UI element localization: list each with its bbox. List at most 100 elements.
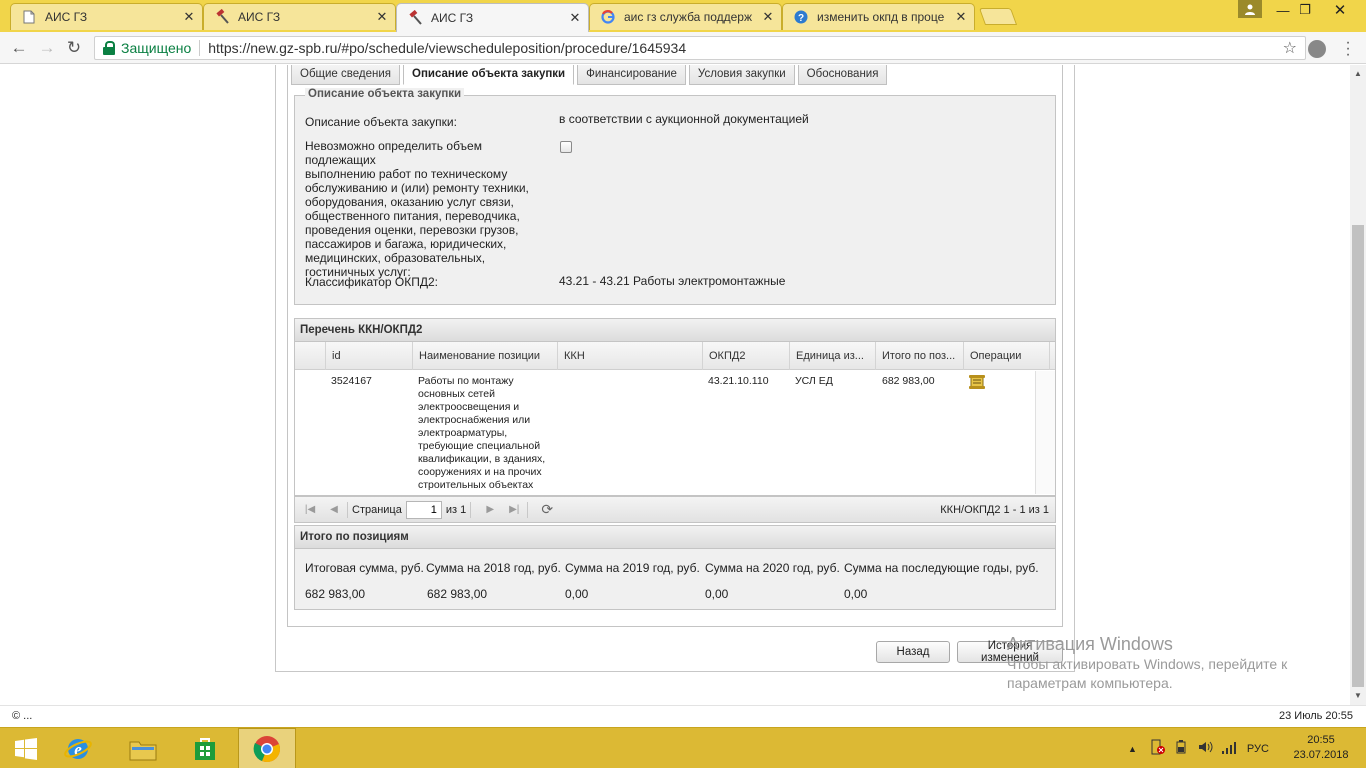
lock-icon [103, 41, 115, 55]
column-header-unit[interactable]: Единица из... [790, 342, 876, 370]
column-header-id[interactable]: id [326, 342, 413, 370]
totals-section-header: Итого по позициям [294, 525, 1056, 549]
gavel-icon [407, 10, 423, 26]
close-icon[interactable]: ✕ [182, 10, 196, 24]
scroll-icon[interactable] [969, 375, 985, 389]
windows-taskbar: e ▲ РУС 20:55 23.07.2018 [0, 727, 1366, 768]
cell-unit: УСЛ ЕД [795, 375, 833, 387]
cell-line: основных сетей [418, 388, 495, 400]
internet-explorer-icon[interactable]: e [54, 728, 102, 768]
omnibox-separator [199, 40, 201, 56]
profile-icon[interactable] [1238, 0, 1262, 18]
prev-page-icon[interactable]: ◀ [325, 501, 343, 519]
sum-2018-value: 682 983,00 [427, 587, 488, 601]
browser-tab-strip: АИС ГЗ ✕ АИС ГЗ ✕ АИС ГЗ ✕ аис гз служба… [0, 0, 1366, 32]
label-line: медицинских, образовательных, [305, 251, 486, 265]
close-icon[interactable]: ✕ [954, 10, 968, 24]
column-header-okpd2[interactable]: ОКПД2 [703, 342, 790, 370]
new-tab-button[interactable] [978, 8, 1018, 25]
bookmark-star-icon[interactable]: ☆ [1283, 38, 1297, 58]
gavel-icon [214, 9, 230, 25]
reload-icon[interactable]: ↻ [63, 37, 85, 59]
column-header-name[interactable]: Наименование позиции [413, 342, 558, 370]
pager-separator [347, 501, 348, 518]
clock-date: 23.07.2018 [1293, 749, 1349, 761]
status-bar: © ... 23 Июль 20:55 [0, 705, 1366, 727]
help-icon: ? [793, 9, 809, 25]
okpd-classifier-value: 43.21 - 43.21 Работы электромонтажные [559, 274, 786, 288]
pager-separator [470, 501, 472, 518]
browser-toolbar: ← → ↻ Защищено https://new.gz-spb.ru/#po… [0, 32, 1366, 64]
maximize-icon[interactable]: ❐ [1294, 0, 1316, 20]
windows-store-icon[interactable] [178, 728, 232, 768]
page-tabs: Общие сведения Описание объекта закупки … [291, 65, 890, 85]
address-bar[interactable]: Защищено https://new.gz-spb.ru/#po/sched… [94, 36, 1306, 60]
object-description-label: Описание объекта закупки: [305, 115, 457, 129]
table-row[interactable]: 3524167 Работы по монтажу основных сетей… [295, 371, 1035, 494]
status-left-text: © ... [12, 710, 33, 722]
column-header-operations: Операции [964, 342, 1050, 370]
close-icon[interactable]: ✕ [568, 11, 582, 25]
page-scrollbar[interactable]: ▲ ▼ [1350, 65, 1366, 705]
page-number-input[interactable] [405, 500, 442, 519]
browser-tab-4[interactable]: аис гз служба поддерж ✕ [589, 3, 782, 30]
input-language[interactable]: РУС [1247, 743, 1269, 755]
window-close-icon[interactable]: ✕ [1320, 0, 1360, 20]
forward-arrow-icon[interactable]: → [36, 37, 58, 59]
windows-start-icon[interactable] [4, 728, 48, 768]
refresh-icon[interactable]: ⟳ [538, 501, 556, 519]
totals-panel [294, 549, 1056, 610]
scroll-up-icon[interactable]: ▲ [1353, 69, 1363, 79]
column-header-kkn[interactable]: ККН [558, 342, 703, 370]
label-line: пассажиров и багажа, юридических, [305, 237, 507, 251]
tray-expand-icon[interactable]: ▲ [1128, 744, 1137, 754]
column-header-expander [295, 342, 326, 370]
cell-line: электроарматуры, [418, 427, 508, 439]
browser-tab-3[interactable]: АИС ГЗ ✕ [396, 3, 589, 32]
kkn-grid: id Наименование позиции ККН ОКПД2 Единиц… [294, 342, 1056, 496]
grid-scrollbar[interactable] [1035, 371, 1055, 494]
extension-icon[interactable] [1308, 40, 1326, 58]
browser-tab-5[interactable]: ? изменить окпд в проце ✕ [782, 3, 975, 30]
back-arrow-icon[interactable]: ← [8, 37, 30, 59]
action-center-icon[interactable] [1149, 739, 1165, 758]
browser-tab-2[interactable]: АИС ГЗ ✕ [203, 3, 396, 30]
minimize-icon[interactable]: — [1272, 0, 1294, 20]
url-text[interactable]: https://new.gz-spb.ru/#po/schedule/views… [208, 40, 1282, 56]
pager-info: ККН/ОКПД2 1 - 1 из 1 [940, 503, 1049, 516]
volume-icon[interactable] [1197, 739, 1213, 758]
file-explorer-icon[interactable] [116, 728, 170, 768]
first-page-icon[interactable]: |◀ [301, 501, 319, 519]
last-page-icon[interactable]: ▶| [505, 501, 523, 519]
network-signal-icon[interactable] [1221, 739, 1237, 758]
tab-general[interactable]: Общие сведения [291, 65, 400, 85]
next-page-icon[interactable]: ▶ [481, 501, 499, 519]
browser-tab-1[interactable]: АИС ГЗ ✕ [10, 3, 203, 30]
sum-later-label: Сумма на последующие годы, руб. [844, 561, 1039, 575]
taskbar-clock[interactable]: 20:55 23.07.2018 [1290, 733, 1352, 763]
tab-financing[interactable]: Финансирование [577, 65, 686, 85]
close-icon[interactable]: ✕ [761, 10, 775, 24]
scroll-down-icon[interactable]: ▼ [1353, 691, 1363, 701]
tab-justifications[interactable]: Обоснования [797, 65, 888, 85]
close-icon[interactable]: ✕ [375, 10, 389, 24]
power-icon[interactable] [1173, 739, 1189, 758]
label-line: оборудования, оказанию услуг связи, [305, 195, 514, 209]
total-sum-label: Итоговая сумма, руб. [305, 561, 424, 575]
volume-undefined-checkbox[interactable] [560, 141, 572, 153]
column-header-total[interactable]: Итого по поз... [876, 342, 964, 370]
cell-line: квалификации, в зданиях, [418, 453, 546, 465]
browser-menu-icon[interactable]: · · · [1343, 35, 1353, 63]
sum-2019-label: Сумма на 2019 год, руб. [565, 561, 700, 575]
description-legend: Описание объекта закупки [305, 88, 465, 100]
scrollbar-thumb[interactable] [1352, 225, 1364, 687]
clock-time: 20:55 [1307, 734, 1335, 746]
back-button[interactable]: Назад [876, 641, 950, 663]
history-button[interactable]: История изменений [957, 640, 1063, 664]
cell-line: электроснабжения или [418, 414, 531, 426]
sum-later-value: 0,00 [844, 587, 868, 601]
tab-conditions[interactable]: Условия закупки [688, 65, 795, 85]
chrome-taskbar-icon[interactable] [238, 728, 296, 768]
tab-object-description[interactable]: Описание объекта закупки [403, 65, 575, 85]
page-viewport: Общие сведения Описание объекта закупки … [0, 65, 1350, 705]
